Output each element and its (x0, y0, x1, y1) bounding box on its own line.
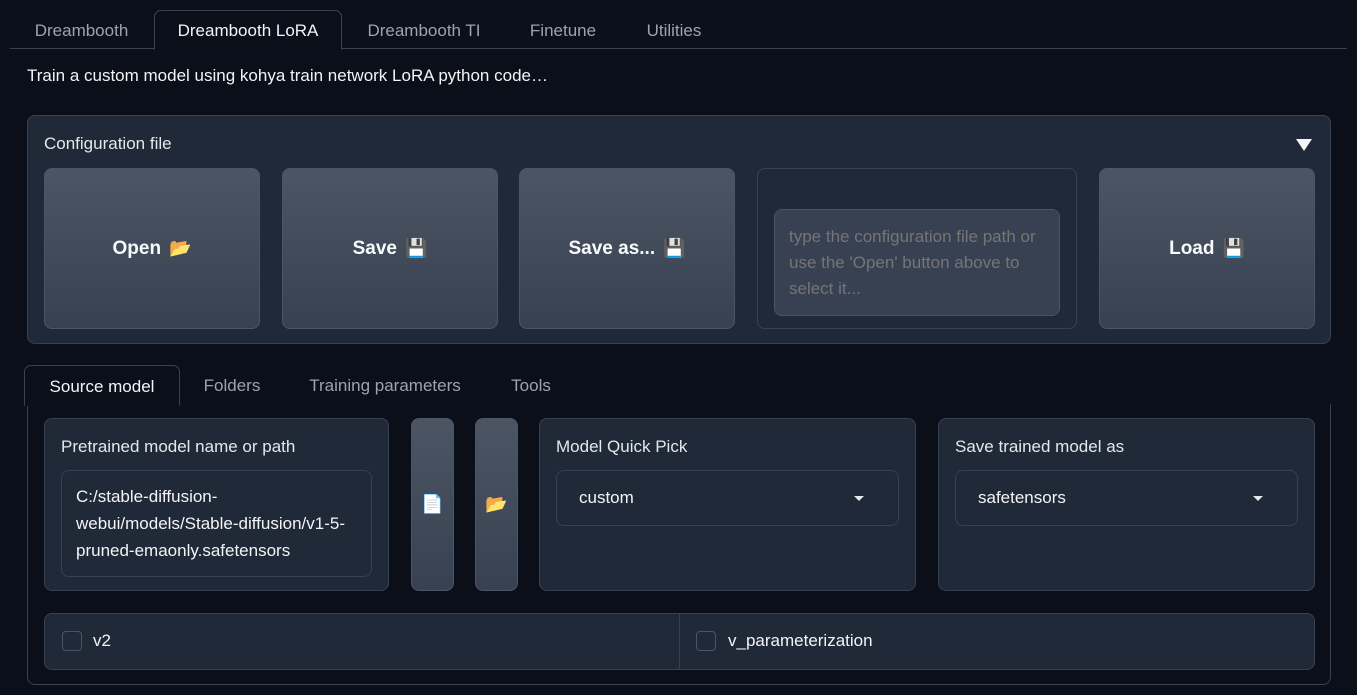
collapse-triangle-icon[interactable] (1296, 139, 1312, 151)
document-icon: 📄 (421, 494, 444, 514)
model-quick-pick-value: custom (579, 488, 634, 507)
save-as-button-label: Save as... (568, 237, 656, 259)
save-model-as-select[interactable]: safetensors (955, 470, 1298, 526)
folder-icon: 📂 (485, 494, 508, 514)
chevron-down-icon (854, 496, 864, 501)
v-parameterization-checkbox[interactable] (696, 631, 716, 651)
floppy-disk-icon: 💾 (404, 238, 428, 258)
open-button[interactable]: Open 📂 (44, 168, 260, 329)
tab-dreambooth-lora[interactable]: Dreambooth LoRA (154, 10, 342, 50)
floppy-disk-icon: 💾 (1222, 238, 1245, 258)
configuration-file-label: Configuration file (44, 134, 172, 153)
tab-training-parameters[interactable]: Training parameters (295, 365, 475, 405)
v2-label[interactable]: v2 (93, 631, 111, 651)
save-as-button[interactable]: Save as... 💾 (519, 168, 735, 329)
select-file-button[interactable]: 📄 (411, 418, 454, 591)
tab-tools[interactable]: Tools (495, 365, 567, 405)
pretrained-model-input[interactable]: C:/stable-diffusion-webui/models/Stable-… (61, 470, 372, 577)
tab-source-model[interactable]: Source model (24, 365, 180, 406)
page-description: Train a custom model using kohya train n… (27, 66, 548, 85)
save-model-as-value: safetensors (978, 488, 1066, 507)
model-quick-pick-card: Model Quick Pick custom (539, 418, 916, 591)
model-options-row: v2 v_parameterization (44, 613, 1315, 670)
source-model-panel: Pretrained model name or path C:/stable-… (27, 404, 1331, 685)
sub-tab-bar: Source model Folders Training parameters… (24, 365, 1331, 406)
save-button[interactable]: Save 💾 (282, 168, 498, 329)
model-quick-pick-select[interactable]: custom (556, 470, 899, 526)
tab-finetune[interactable]: Finetune (510, 10, 616, 49)
tab-folders[interactable]: Folders (187, 365, 277, 405)
save-model-as-label: Save trained model as (955, 437, 1125, 456)
config-path-input[interactable] (774, 209, 1060, 316)
v-parameterization-label[interactable]: v_parameterization (728, 631, 873, 651)
options-divider (679, 614, 680, 669)
tab-dreambooth-ti[interactable]: Dreambooth TI (348, 10, 500, 49)
select-folder-button[interactable]: 📂 (475, 418, 518, 591)
folder-open-icon: 📂 (169, 238, 192, 258)
pretrained-model-card: Pretrained model name or path C:/stable-… (44, 418, 389, 591)
open-button-label: Open (112, 237, 162, 259)
save-model-as-card: Save trained model as safetensors (938, 418, 1315, 591)
pretrained-model-label: Pretrained model name or path (61, 437, 296, 456)
v2-checkbox[interactable] (62, 631, 82, 651)
tab-dreambooth[interactable]: Dreambooth (14, 10, 149, 49)
model-quick-pick-label: Model Quick Pick (556, 437, 688, 456)
load-button[interactable]: Load 💾 (1099, 168, 1315, 329)
main-tab-bar: Dreambooth Dreambooth LoRA Dreambooth TI… (0, 0, 1357, 50)
save-button-label: Save (352, 237, 397, 259)
config-path-container (757, 168, 1077, 329)
tab-utilities[interactable]: Utilities (626, 10, 722, 49)
configuration-file-panel: Configuration file Open 📂 Save 💾 Save as… (27, 115, 1331, 344)
load-button-label: Load (1169, 237, 1215, 259)
floppy-disk-icon: 💾 (663, 238, 686, 258)
chevron-down-icon (1253, 496, 1263, 501)
